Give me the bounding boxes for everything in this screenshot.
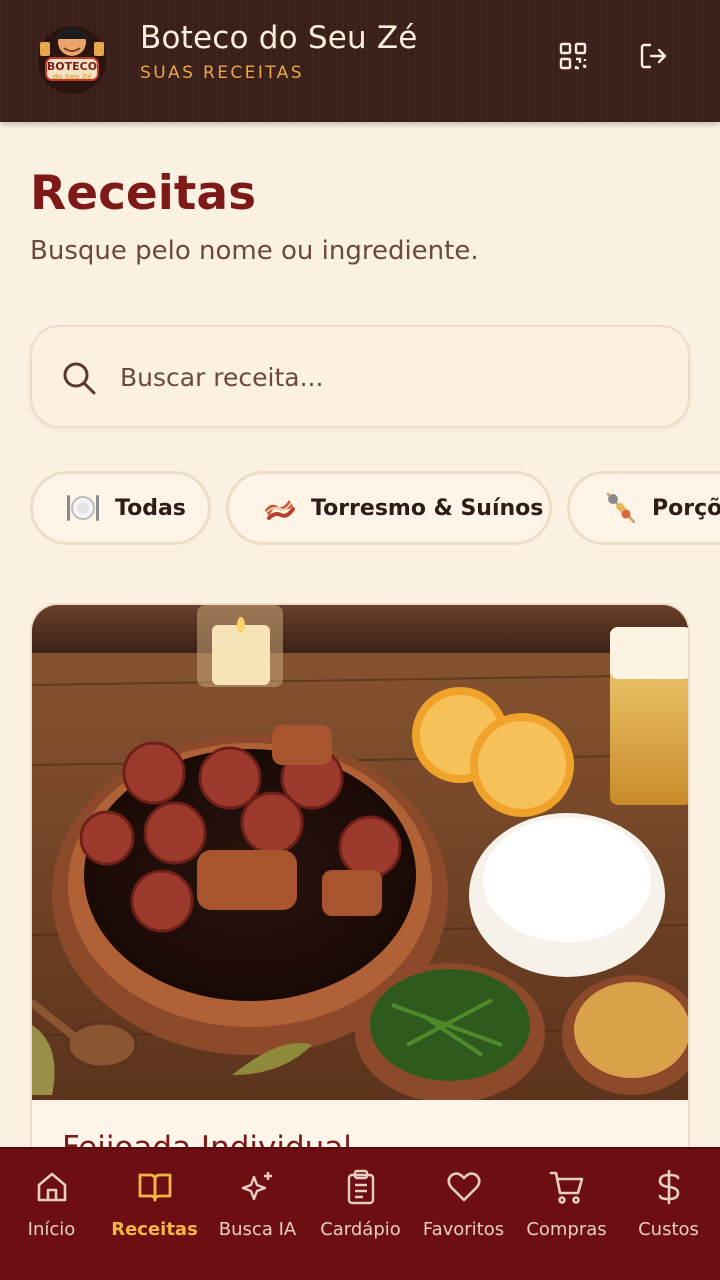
app-header: BOTECO do Seu Zé Boteco do Seu Zé SUAS R… <box>0 0 720 122</box>
book-icon <box>135 1167 175 1207</box>
cart-icon <box>547 1167 587 1207</box>
nav-label: Favoritos <box>422 1219 505 1240</box>
app-title: Boteco do Seu Zé <box>140 20 418 56</box>
heart-icon <box>444 1167 484 1207</box>
logout-button[interactable] <box>635 38 671 74</box>
nav-busca-ia[interactable]: Busca IA <box>206 1167 309 1267</box>
bacon-icon <box>259 488 299 528</box>
page-title: Receitas <box>30 166 257 221</box>
nav-label: Compras <box>526 1219 607 1240</box>
page-subtitle: Busque pelo nome ou ingrediente. <box>30 236 479 266</box>
recipe-card[interactable]: Feijoada Individual <box>30 603 690 1223</box>
svg-text:do Seu Zé: do Seu Zé <box>52 73 92 81</box>
bottom-navigation: Início Receitas Busca IA Cardápio Favori… <box>0 1147 720 1280</box>
home-icon <box>32 1167 72 1207</box>
dollar-icon <box>649 1167 689 1207</box>
nav-custos[interactable]: Custos <box>617 1167 720 1267</box>
chip-porcoes[interactable]: Porções <box>567 471 720 545</box>
chip-todas[interactable]: Todas <box>30 471 211 545</box>
app-subtitle: SUAS RECEITAS <box>140 63 304 83</box>
boteco-logo: BOTECO do Seu Zé <box>34 16 110 98</box>
sparkles-icon <box>238 1167 278 1207</box>
nav-label: Início <box>27 1219 76 1240</box>
clipboard-icon <box>341 1167 381 1207</box>
nav-compras[interactable]: Compras <box>515 1167 618 1267</box>
skewer-icon <box>600 488 640 528</box>
chip-label: Porções <box>652 495 720 521</box>
logout-icon <box>640 43 667 69</box>
chip-torresmo-suinos[interactable]: Torresmo & Suínos <box>226 471 552 545</box>
qr-code-button[interactable] <box>555 38 591 74</box>
nav-label: Busca IA <box>218 1219 297 1240</box>
chip-label: Torresmo & Suínos <box>311 495 544 521</box>
nav-label: Receitas <box>111 1219 198 1240</box>
nav-favoritos[interactable]: Favoritos <box>412 1167 515 1267</box>
search-bar[interactable] <box>30 325 690 428</box>
category-chips: Todas Torresmo & Suínos Porções <box>30 471 720 545</box>
plate-cutlery-icon <box>63 488 103 528</box>
svg-text:BOTECO: BOTECO <box>47 60 97 73</box>
search-icon <box>63 362 96 395</box>
chip-label: Todas <box>115 495 186 521</box>
nav-label: Cardápio <box>320 1219 401 1240</box>
nav-inicio[interactable]: Início <box>0 1167 103 1267</box>
search-input[interactable] <box>120 347 660 407</box>
feijoada-photo <box>32 605 688 1100</box>
nav-label: Custos <box>638 1219 699 1240</box>
nav-cardapio[interactable]: Cardápio <box>309 1167 412 1267</box>
nav-receitas[interactable]: Receitas <box>103 1167 206 1267</box>
qr-code-icon <box>559 42 587 70</box>
